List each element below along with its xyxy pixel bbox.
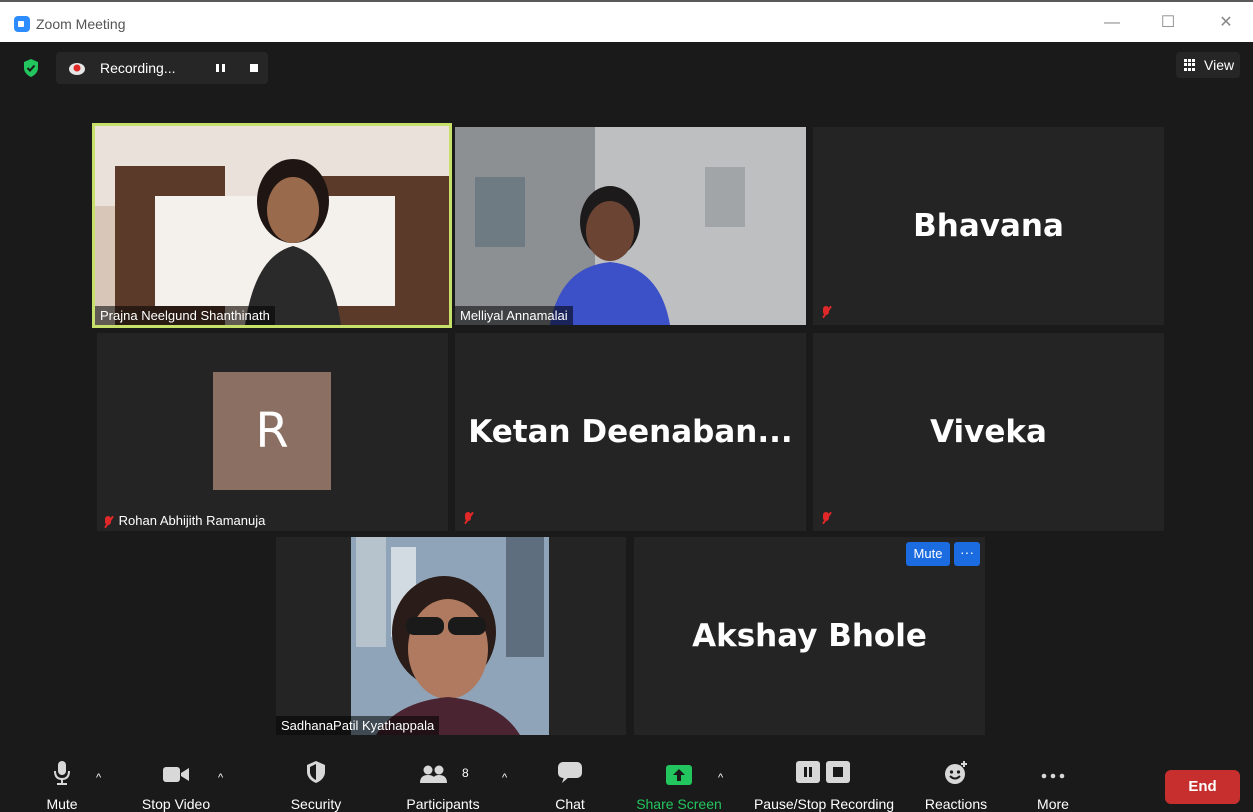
participant-display-name: Viveka bbox=[930, 414, 1047, 450]
share-screen-label: Share Screen bbox=[636, 796, 722, 812]
participant-more-button[interactable]: ··· bbox=[954, 542, 980, 566]
more-label: More bbox=[1037, 796, 1069, 812]
window-titlebar: Zoom Meeting — ☐ ✕ bbox=[0, 0, 1253, 42]
participants-button[interactable]: 8 Participants bbox=[398, 754, 488, 812]
participant-name-tag: Rohan Abhijith Ramanuja bbox=[97, 511, 270, 531]
view-label: View bbox=[1204, 57, 1235, 73]
share-screen-arrow-icon bbox=[666, 765, 692, 785]
mute-button[interactable]: Mute bbox=[32, 754, 92, 812]
participant-tile-sadhana[interactable]: SadhanaPatil Kyathappala bbox=[276, 537, 626, 735]
muted-mic-icon bbox=[819, 305, 833, 319]
pause-stop-recording-button[interactable]: Pause/Stop Recording bbox=[746, 754, 902, 812]
share-options-chevron-icon[interactable]: ^ bbox=[718, 772, 728, 784]
maximize-button[interactable]: ☐ bbox=[1150, 12, 1186, 34]
security-button[interactable]: Security bbox=[280, 754, 352, 812]
audio-options-chevron-icon[interactable]: ^ bbox=[96, 772, 106, 784]
muted-mic-icon bbox=[101, 515, 115, 529]
end-meeting-button[interactable]: End bbox=[1165, 770, 1240, 804]
participant-display-name: Bhavana bbox=[913, 208, 1064, 244]
participant-video bbox=[95, 126, 449, 325]
pause-stop-recording-icon bbox=[796, 761, 850, 783]
participant-tile-ketan[interactable]: Ketan Deenaban... bbox=[455, 333, 806, 531]
participant-tile-akshay[interactable]: Akshay Bhole bbox=[634, 537, 985, 735]
chat-label: Chat bbox=[555, 796, 585, 812]
stop-recording-icon[interactable] bbox=[250, 64, 258, 72]
recording-indicator: Recording... bbox=[56, 52, 268, 84]
participant-tile-prajna[interactable]: Prajna Neelgund Shanthinath bbox=[92, 123, 452, 328]
participant-video bbox=[455, 127, 806, 325]
participants-label: Participants bbox=[406, 796, 480, 812]
participant-display-name: Akshay Bhole bbox=[692, 618, 927, 654]
zoom-logo-icon bbox=[14, 16, 30, 32]
stop-video-button[interactable]: Stop Video bbox=[130, 754, 222, 812]
reactions-label: Reactions bbox=[924, 796, 988, 812]
reactions-smiley-icon bbox=[945, 761, 967, 784]
share-screen-button[interactable]: Share Screen bbox=[632, 754, 726, 812]
stop-video-label: Stop Video bbox=[141, 796, 211, 812]
chat-button[interactable]: Chat bbox=[542, 754, 598, 812]
cloud-recording-icon bbox=[69, 63, 85, 75]
muted-mic-icon bbox=[461, 511, 475, 525]
window-title: Zoom Meeting bbox=[36, 16, 126, 32]
video-options-chevron-icon[interactable]: ^ bbox=[218, 772, 228, 784]
participant-display-name: Ketan Deenaban... bbox=[468, 414, 793, 450]
recording-label: Recording... bbox=[100, 60, 176, 76]
participant-tile-viveka[interactable]: Viveka bbox=[813, 333, 1164, 531]
minimize-button[interactable]: — bbox=[1094, 12, 1130, 34]
grid-view-icon bbox=[1184, 59, 1196, 71]
more-button[interactable]: More bbox=[1024, 754, 1082, 812]
participant-name-tag: SadhanaPatil Kyathappala bbox=[276, 716, 440, 735]
encryption-shield-icon[interactable] bbox=[22, 58, 40, 78]
view-button[interactable]: View bbox=[1176, 52, 1240, 78]
security-label: Security bbox=[290, 796, 342, 812]
participant-tile-melliyal[interactable]: Melliyal Annamalai bbox=[455, 127, 806, 325]
more-dots-icon bbox=[1041, 773, 1065, 779]
participants-icon bbox=[420, 765, 447, 783]
security-shield-icon bbox=[307, 761, 325, 783]
meeting-toolbar: Mute ^ Stop Video ^ Security 8 Participa… bbox=[0, 754, 1253, 812]
video-camera-icon bbox=[163, 767, 189, 782]
avatar: R bbox=[213, 372, 331, 490]
pause-stop-recording-label: Pause/Stop Recording bbox=[753, 796, 895, 812]
participants-count: 8 bbox=[462, 766, 469, 780]
pause-recording-icon[interactable] bbox=[214, 58, 228, 78]
participant-name: Rohan Abhijith Ramanuja bbox=[118, 513, 266, 529]
muted-mic-icon bbox=[819, 511, 833, 525]
microphone-icon bbox=[54, 761, 70, 785]
reactions-button[interactable]: Reactions bbox=[918, 754, 994, 812]
participant-name-tag: Melliyal Annamalai bbox=[455, 306, 573, 325]
mute-participant-button[interactable]: Mute bbox=[906, 542, 950, 566]
chat-bubble-icon bbox=[558, 762, 582, 783]
mute-label: Mute bbox=[46, 796, 78, 812]
close-button[interactable]: ✕ bbox=[1208, 12, 1244, 34]
participant-video bbox=[276, 537, 626, 735]
participant-name-tag: Prajna Neelgund Shanthinath bbox=[95, 306, 275, 325]
participants-options-chevron-icon[interactable]: ^ bbox=[502, 772, 512, 784]
participant-tile-bhavana[interactable]: Bhavana bbox=[813, 127, 1164, 325]
